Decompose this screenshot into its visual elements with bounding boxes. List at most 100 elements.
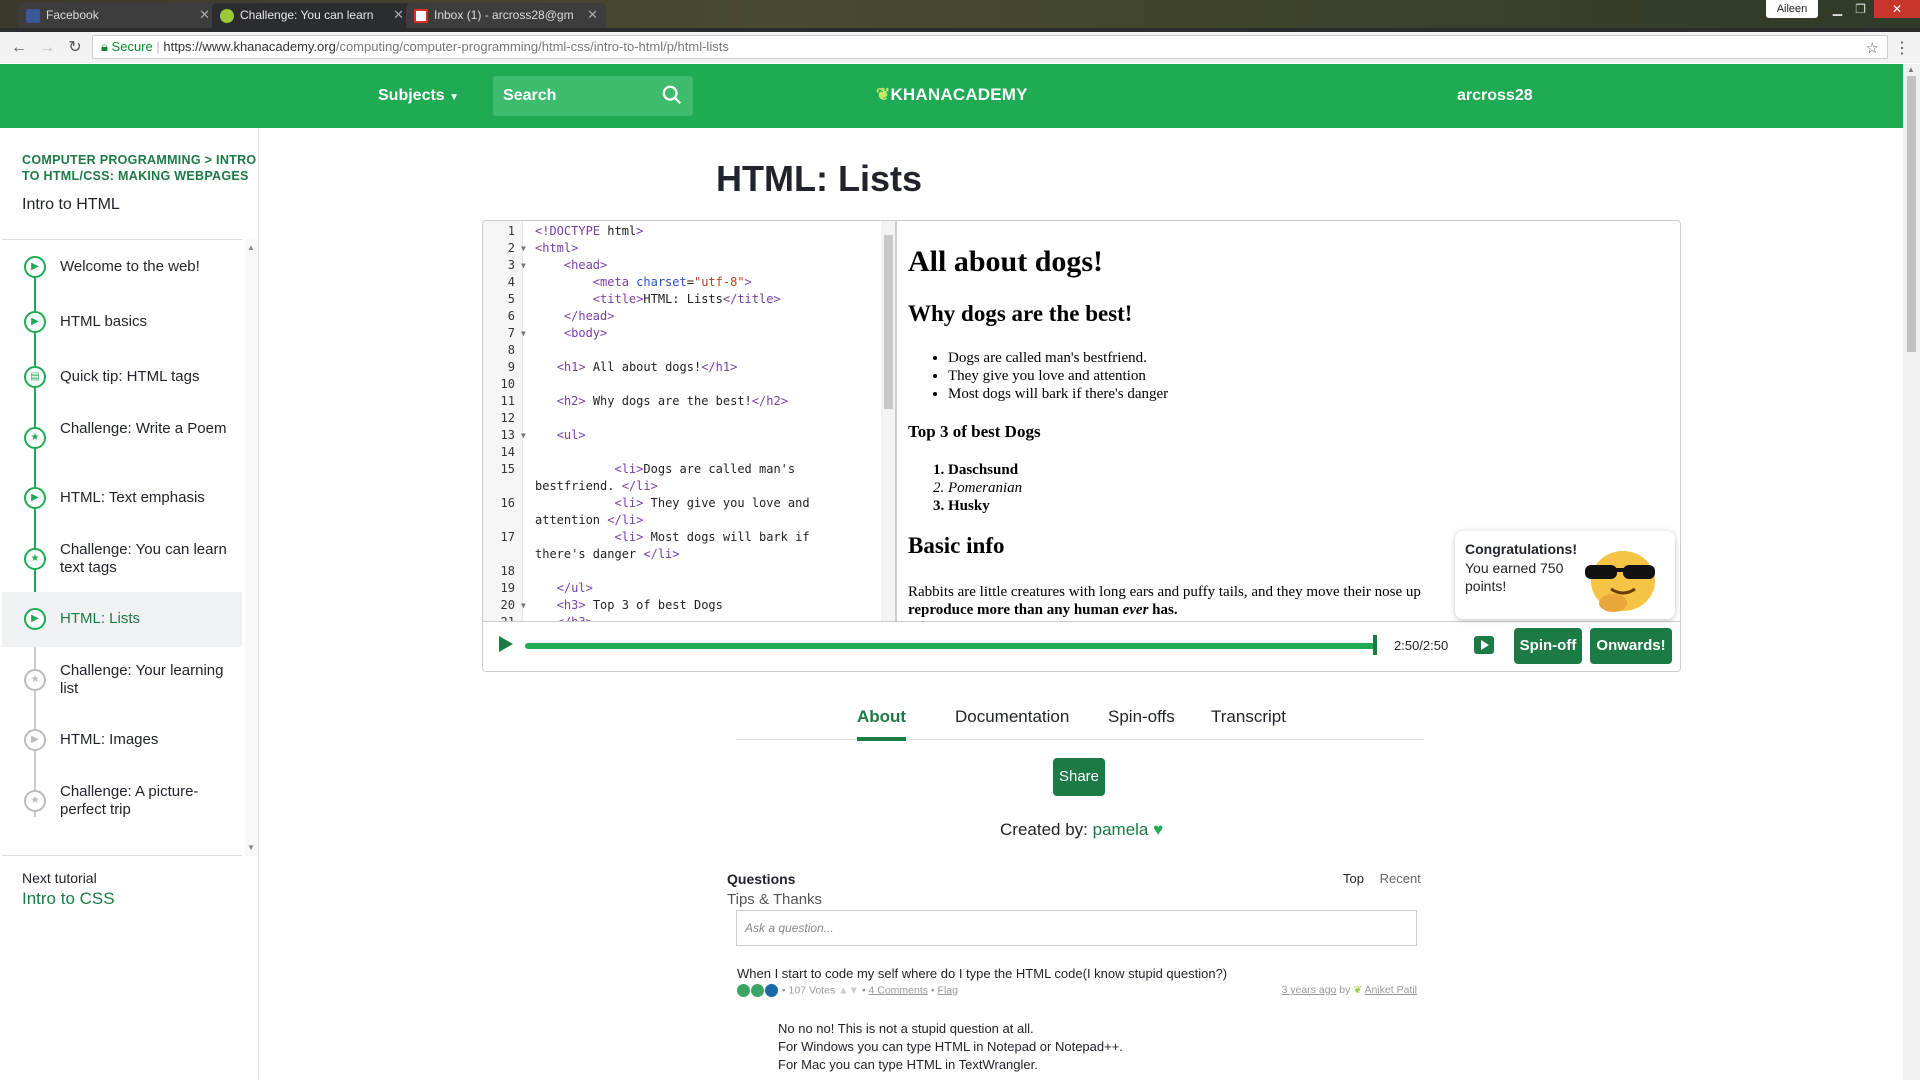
tab-documentation[interactable]: Documentation [955,707,1069,727]
code-line[interactable]: 17 <li> Most dogs will bark if [501,529,885,546]
play-icon[interactable] [495,634,515,654]
khan-logo[interactable]: ❦KHANACADEMY [876,85,1028,105]
window-close-icon[interactable]: ✕ [1874,0,1920,18]
ask-question-input[interactable]: Ask a question... [736,910,1417,946]
video-icon[interactable] [1474,636,1494,654]
close-icon[interactable]: ✕ [587,7,598,23]
back-icon[interactable]: ← [10,39,28,57]
tab-transcript[interactable]: Transcript [1211,707,1286,727]
code-line[interactable]: there's danger </li> [535,546,885,563]
code-line[interactable]: 18 [501,563,885,580]
breadcrumb[interactable]: COMPUTER PROGRAMMING > INTRO TO HTML/CSS… [22,152,258,184]
code-line[interactable]: 2 ▼ <html> [508,240,885,257]
question-text[interactable]: When I start to code my self where do I … [737,966,1227,981]
editor-scrollbar[interactable] [881,221,895,621]
page-scrollbar[interactable]: ▲ [1903,64,1920,1080]
search-input[interactable]: Search [493,76,693,116]
code-line[interactable]: 21 </h3> [501,614,885,621]
code-line[interactable]: 8 [508,342,885,359]
sidebar-item-text-emphasis[interactable]: ▶ HTML: Text emphasis [2,471,242,526]
code-line[interactable]: 20 ▼ <h3> Top 3 of best Dogs [501,597,885,614]
scroll-up-icon[interactable]: ▲ [247,243,255,252]
fold-arrow-icon[interactable]: ▼ [521,597,526,614]
questions-heading[interactable]: Questions [727,871,795,887]
sidebar-item-html-lists[interactable]: ▶ HTML: Lists [2,592,242,647]
sort-recent[interactable]: Recent [1380,871,1421,886]
code-lines[interactable]: 1 <!DOCTYPE html> 2 ▼ <html> 3 ▼ <head> 4 <meta… [501,223,885,621]
fold-arrow-icon[interactable]: ▼ [521,427,526,444]
line-number: 20 [500,598,515,612]
restore-icon[interactable]: ❐ [1847,0,1874,18]
code-line[interactable]: 3 ▼ <head> [508,257,885,274]
upvote-icon[interactable]: ▲ [838,984,848,996]
page-scroll-thumb[interactable] [1907,76,1916,352]
scroll-up-icon[interactable]: ▲ [1907,65,1915,74]
fold-arrow-icon[interactable]: ▼ [521,257,526,274]
code-line[interactable]: 12 [501,410,885,427]
sidebar-scrollbar[interactable]: ▲ ▼ [245,239,258,856]
search-icon[interactable] [661,84,683,106]
playback-scrubber[interactable] [1373,635,1377,655]
code-line[interactable]: 14 [501,444,885,461]
lesson-label: Challenge: You can learn text tags [60,541,227,576]
profile-chip[interactable]: Aileen [1766,0,1818,18]
forward-icon[interactable]: → [38,39,56,57]
code-line[interactable]: 9 <h1> All about dogs!</h1> [508,359,885,376]
code-line[interactable]: 16 <li> They give you love and [501,495,885,512]
browser-menu-icon[interactable]: ⋮ [1894,38,1910,58]
code-line[interactable]: 11 <h2> Why dogs are the best!</h2> [501,393,885,410]
sidebar-item-html-images[interactable]: ▶ HTML: Images [2,713,242,768]
author-link[interactable]: pamela [1093,820,1149,839]
asker-link[interactable]: Aniket Patil [1364,984,1417,996]
code-line[interactable]: 13 ▼ <ul> [501,427,885,444]
username[interactable]: arcross28 [1457,87,1533,105]
code-line[interactable]: 7 ▼ <body> [508,325,885,342]
onwards-button[interactable]: Onwards! [1590,628,1672,664]
code-line[interactable]: 5 <title>HTML: Lists</title> [508,291,885,308]
code-line[interactable]: 4 <meta charset="utf-8"> [508,274,885,291]
fold-arrow-icon[interactable]: ▼ [521,325,526,342]
sidebar-item-html-basics[interactable]: ▶ HTML basics [2,295,242,350]
subjects-menu[interactable]: Subjects ▼ [378,87,459,105]
browser-tab-khan[interactable]: Challenge: You can learn ✕ [212,3,412,28]
code-line[interactable]: attention </li> [535,512,885,529]
code-line[interactable]: 6 </head> [508,308,885,325]
tab-title: Challenge: You can learn [240,8,374,22]
scroll-down-icon[interactable]: ▼ [247,843,255,852]
next-tutorial-link[interactable]: Intro to CSS [22,889,115,909]
sidebar-item-welcome[interactable]: ▶ Welcome to the web! [2,240,242,295]
code-line[interactable]: 15 <li>Dogs are called man's [501,461,885,478]
code-line[interactable]: 10 [501,376,885,393]
share-button[interactable]: Share [1053,758,1105,796]
downvote-icon[interactable]: ▼ [849,984,859,996]
flag-link[interactable]: Flag [938,984,958,996]
playback-track[interactable] [525,643,1375,649]
close-icon[interactable]: ✕ [393,7,404,23]
timestamp[interactable]: 3 years ago [1282,984,1337,996]
sidebar-item-quick-tip[interactable]: ▤ Quick tip: HTML tags [2,350,242,405]
reload-icon[interactable]: ↻ [66,39,84,57]
browser-tab-gmail[interactable]: Inbox (1) - arcross28@gm ✕ [406,3,606,28]
sidebar-item-write-poem[interactable]: ★ Challenge: Write a Poem [2,405,242,471]
bookmark-star-icon[interactable]: ☆ [1866,38,1879,60]
close-icon[interactable]: ✕ [199,7,210,23]
browser-tab-facebook[interactable]: Facebook ✕ [18,3,218,28]
sidebar-item-learning-list[interactable]: ★ Challenge: Your learning list [2,647,242,713]
line-number: 1 [507,224,515,238]
editor-scroll-thumb[interactable] [884,235,893,409]
address-bar[interactable]: 🔒︎ Secure | https://www.khanacademy.org/… [92,35,1888,59]
created-by: Created by: pamela ♥ [1000,820,1163,840]
sidebar-item-text-tags[interactable]: ★ Challenge: You can learn text tags [2,526,242,592]
spin-off-button[interactable]: Spin-off [1514,628,1582,664]
code-editor[interactable]: 1 <!DOCTYPE html> 2 ▼ <html> 3 ▼ <head> 4 <meta… [483,221,897,621]
sidebar-item-picture-trip[interactable]: ★ Challenge: A picture-perfect trip [2,768,242,834]
sort-top[interactable]: Top [1343,871,1364,886]
tab-spin-offs[interactable]: Spin-offs [1108,707,1175,727]
code-line[interactable]: 19 </ul> [501,580,885,597]
code-line[interactable]: 1 <!DOCTYPE html> [508,223,885,240]
comments-link[interactable]: 4 Comments [868,984,928,996]
tab-about[interactable]: About [857,707,907,741]
code-line[interactable]: bestfriend. </li> [535,478,885,495]
fold-arrow-icon[interactable]: ▼ [521,240,526,257]
tips-thanks-tab[interactable]: Tips & Thanks [727,891,822,908]
